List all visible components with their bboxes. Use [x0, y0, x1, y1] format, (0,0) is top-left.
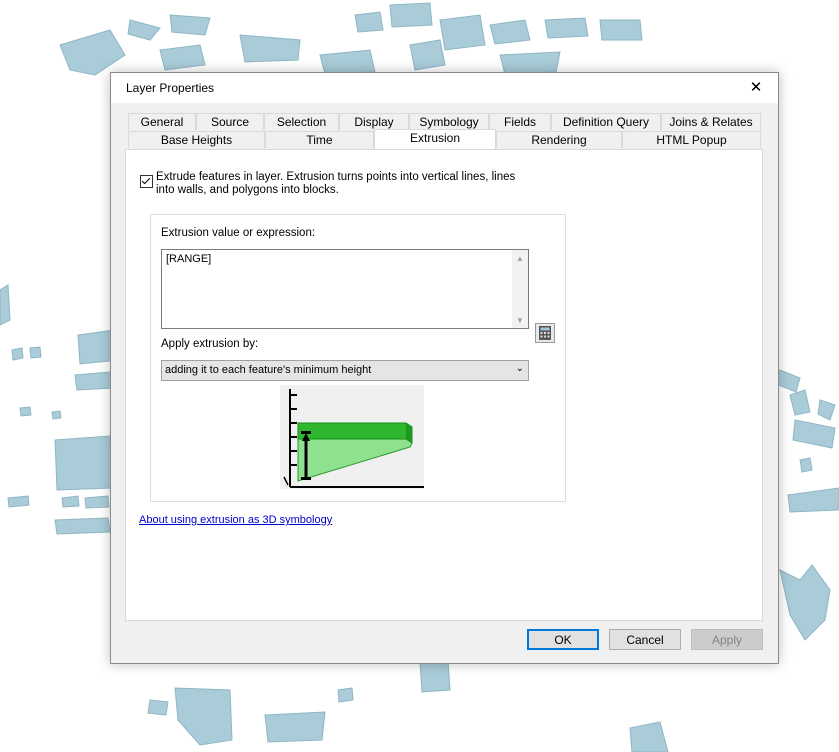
- tab-fields[interactable]: Fields: [489, 113, 551, 130]
- tab-source[interactable]: Source: [196, 113, 264, 130]
- help-link-extrusion[interactable]: About using extrusion as 3D symbology: [139, 514, 332, 526]
- tab-html-popup[interactable]: HTML Popup: [622, 131, 761, 148]
- apply-button[interactable]: Apply: [691, 629, 763, 650]
- tab-selection[interactable]: Selection: [264, 113, 339, 130]
- apply-extrusion-label: Apply extrusion by:: [161, 338, 259, 350]
- expression-label: Extrusion value or expression:: [161, 227, 316, 239]
- expression-textbox[interactable]: [RANGE] ▲ ▼: [161, 249, 529, 329]
- extrusion-diagram: [280, 385, 424, 489]
- extrusion-group: Extrusion value or expression: [RANGE] ▲…: [150, 214, 566, 502]
- chevron-down-icon: ⌄: [515, 363, 524, 374]
- dialog-title: Layer Properties: [126, 81, 215, 95]
- extrude-checkbox-label: Extrude features in layer. Extrusion tur…: [156, 171, 516, 196]
- ok-button[interactable]: OK: [527, 629, 599, 650]
- tab-general[interactable]: General: [128, 113, 196, 130]
- tab-time[interactable]: Time: [265, 131, 374, 148]
- tab-rendering[interactable]: Rendering: [496, 131, 622, 148]
- extrude-checkbox[interactable]: [140, 175, 153, 188]
- tab-extrusion[interactable]: Extrusion: [374, 129, 496, 149]
- apply-extrusion-dropdown[interactable]: adding it to each feature's minimum heig…: [161, 360, 529, 381]
- scroll-up-icon[interactable]: ▲: [516, 254, 524, 263]
- scroll-down-icon[interactable]: ▼: [516, 316, 524, 325]
- expression-value: [RANGE]: [166, 253, 212, 265]
- extrusion-panel: Extrude features in layer. Extrusion tur…: [125, 149, 763, 621]
- tab-definition-query[interactable]: Definition Query: [551, 113, 661, 130]
- apply-extrusion-selected: adding it to each feature's minimum heig…: [165, 364, 372, 376]
- tab-base-heights[interactable]: Base Heights: [128, 131, 265, 148]
- tab-joins-relates[interactable]: Joins & Relates: [661, 113, 761, 130]
- tab-symbology[interactable]: Symbology: [409, 113, 489, 130]
- close-icon[interactable]: ✕: [734, 73, 778, 103]
- calculator-icon[interactable]: [535, 323, 555, 343]
- tab-display[interactable]: Display: [339, 113, 409, 130]
- expression-scrollbar[interactable]: ▲ ▼: [512, 250, 528, 328]
- cancel-button[interactable]: Cancel: [609, 629, 681, 650]
- layer-properties-dialog: Layer Properties ✕ General Source Select…: [110, 72, 779, 664]
- title-bar: Layer Properties ✕: [111, 73, 778, 103]
